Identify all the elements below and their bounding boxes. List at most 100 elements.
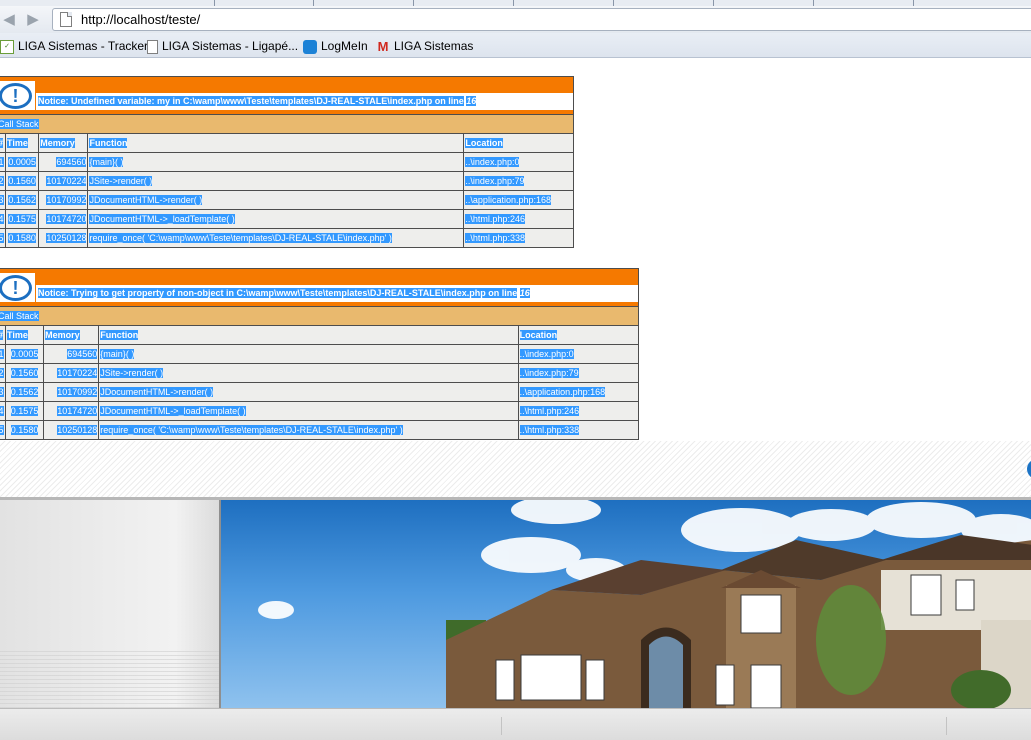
table-row: 1 0.0005 694560 {main}( ) ..\index.php:0 — [0, 152, 574, 172]
cell: ..\html.php:338 — [465, 233, 525, 243]
bookmark-tracker[interactable]: ✓ LIGA Sistemas - Tracker — [0, 38, 148, 54]
cell: 5 — [0, 233, 4, 243]
bookmark-ligape[interactable]: LIGA Sistemas - Ligapé... — [147, 38, 298, 54]
cell: 10170224 — [46, 176, 87, 186]
page-icon — [60, 12, 72, 27]
table-row: 2 0.1560 10170224 JSite->render( ) ..\in… — [0, 171, 574, 191]
cell: JDocumentHTML->_loadTemplate( ) — [100, 406, 246, 416]
browser-window: ◀ ▶ http://localhost/teste/ ✓ LIGA Sistem… — [0, 0, 1031, 740]
column-header: Time — [7, 330, 28, 340]
cell: 10250128 — [57, 425, 98, 435]
column-header: Memory — [40, 138, 75, 148]
cell: ..\index.php:79 — [465, 176, 525, 186]
table-row: 5 0.1580 10250128 require_once( 'C:\wamp… — [0, 228, 574, 248]
cell: 3 — [0, 195, 4, 205]
cell: require_once( 'C:\wamp\www\Teste\templat… — [100, 425, 403, 435]
column-header: Function — [89, 138, 128, 148]
cell: 0.1560 — [8, 176, 36, 186]
cell: 694560 — [56, 157, 87, 167]
cell: {main}( ) — [100, 349, 135, 359]
warning-icon: ! — [0, 81, 35, 110]
cell: JSite->render( ) — [89, 176, 153, 186]
call-stack-label: Call Stack — [0, 311, 39, 321]
table-row: 2 0.1560 10170224 JSite->render( ) ..\in… — [0, 363, 640, 383]
bookmark-logmein[interactable]: LogMeIn — [303, 38, 368, 54]
cell: ..\application.php:168 — [519, 387, 606, 397]
cell: 10170992 — [46, 195, 87, 205]
cell: 0.1562 — [10, 387, 39, 397]
cell: 0.1575 — [8, 214, 36, 224]
status-separator — [946, 717, 947, 735]
column-header: # — [0, 330, 4, 340]
cell: 4 — [0, 214, 4, 224]
status-bar — [0, 708, 1031, 740]
cell: 1 — [0, 349, 4, 359]
column-header: Function — [100, 330, 139, 340]
status-separator — [501, 717, 502, 735]
table-row: 1 0.0005 694560 {main}( ) ..\index.php:0 — [0, 344, 640, 364]
column-header: # — [0, 138, 4, 148]
notice-message: Notice: Undefined variable: my in C:\wam… — [38, 96, 464, 106]
cell: 0.1562 — [8, 195, 36, 205]
back-arrow-icon[interactable]: ◀ — [0, 11, 18, 29]
cell: 0.0005 — [10, 349, 39, 359]
house-illustration — [258, 500, 1031, 708]
cell: 4 — [0, 406, 4, 416]
table-row: 5 0.1580 10250128 require_once( 'C:\wamp… — [0, 420, 640, 440]
address-bar[interactable]: http://localhost/teste/ — [52, 8, 1031, 31]
cell: JDocumentHTML->render( ) — [89, 195, 203, 205]
cell: 694560 — [67, 349, 98, 359]
cell: 0.0005 — [8, 157, 36, 167]
cell: 1 — [0, 157, 4, 167]
cell: 10174720 — [57, 406, 98, 416]
cell: ..\html.php:246 — [519, 406, 580, 416]
bookmark-label: LIGA Sistemas — [394, 39, 474, 53]
call-stack-label: Call Stack — [0, 119, 39, 129]
site-header-band — [0, 441, 1031, 499]
page-icon — [147, 39, 158, 54]
bookmark-liga-sistemas[interactable]: M LIGA Sistemas — [376, 38, 474, 54]
cell: 0.1575 — [10, 406, 39, 416]
address-text[interactable]: http://localhost/teste/ — [81, 12, 200, 27]
column-header: Memory — [45, 330, 80, 340]
call-stack-row: Call Stack — [0, 306, 639, 326]
cell: 0.1580 — [8, 233, 36, 243]
cell: 2 — [0, 176, 4, 186]
forward-arrow-icon[interactable]: ▶ — [24, 11, 42, 29]
cell: 10174720 — [46, 214, 87, 224]
notice-row: ! Notice: Trying to get property of non-… — [0, 268, 639, 307]
table-row: 4 0.1575 10174720 JDocumentHTML->_loadTe… — [0, 401, 640, 421]
column-header: Location — [465, 138, 503, 148]
column-header: Location — [519, 330, 558, 340]
php-error-table: ! Notice: Undefined variable: my in C:\w… — [0, 76, 574, 248]
cell: 0.1580 — [10, 425, 39, 435]
cell: ..\application.php:168 — [465, 195, 551, 205]
cell: JSite->render( ) — [100, 368, 164, 378]
bookmark-label: LIGA Sistemas - Ligapé... — [162, 39, 299, 53]
cell: JDocumentHTML->render( ) — [100, 387, 214, 397]
cell: 10170224 — [57, 368, 98, 378]
table-header: # Time Memory Function Location — [0, 133, 574, 153]
logmein-icon — [303, 39, 317, 54]
cell: ..\html.php:338 — [519, 425, 580, 435]
cell: 0.1560 — [10, 368, 39, 378]
navigation-bar: ◀ ▶ http://localhost/teste/ — [0, 6, 1031, 33]
bookmark-label: LIGA Sistemas - Tracker — [18, 39, 149, 53]
left-sidebar — [0, 500, 219, 708]
cell: 5 — [0, 425, 4, 435]
bookmark-label: LogMeIn — [321, 39, 368, 53]
table-row: 3 0.1562 10170992 JDocumentHTML->render(… — [0, 382, 640, 402]
cell: 3 — [0, 387, 4, 397]
cell: ..\html.php:246 — [465, 214, 525, 224]
bookmarks-bar: ✓ LIGA Sistemas - Tracker LIGA Sistemas -… — [0, 33, 1031, 58]
call-stack-row: Call Stack — [0, 114, 574, 134]
notice-line: 16 — [519, 288, 530, 298]
notice-message: Notice: Trying to get property of non-ob… — [38, 288, 518, 298]
php-error-table: ! Notice: Trying to get property of non-… — [0, 268, 640, 440]
tracker-icon: ✓ — [0, 39, 14, 54]
notice-line: 16 — [466, 96, 477, 106]
cell: {main}( ) — [89, 157, 124, 167]
cell: ..\index.php:0 — [465, 157, 520, 167]
table-header: # Time Memory Function Location — [0, 325, 640, 345]
cell: JDocumentHTML->_loadTemplate( ) — [89, 214, 235, 224]
